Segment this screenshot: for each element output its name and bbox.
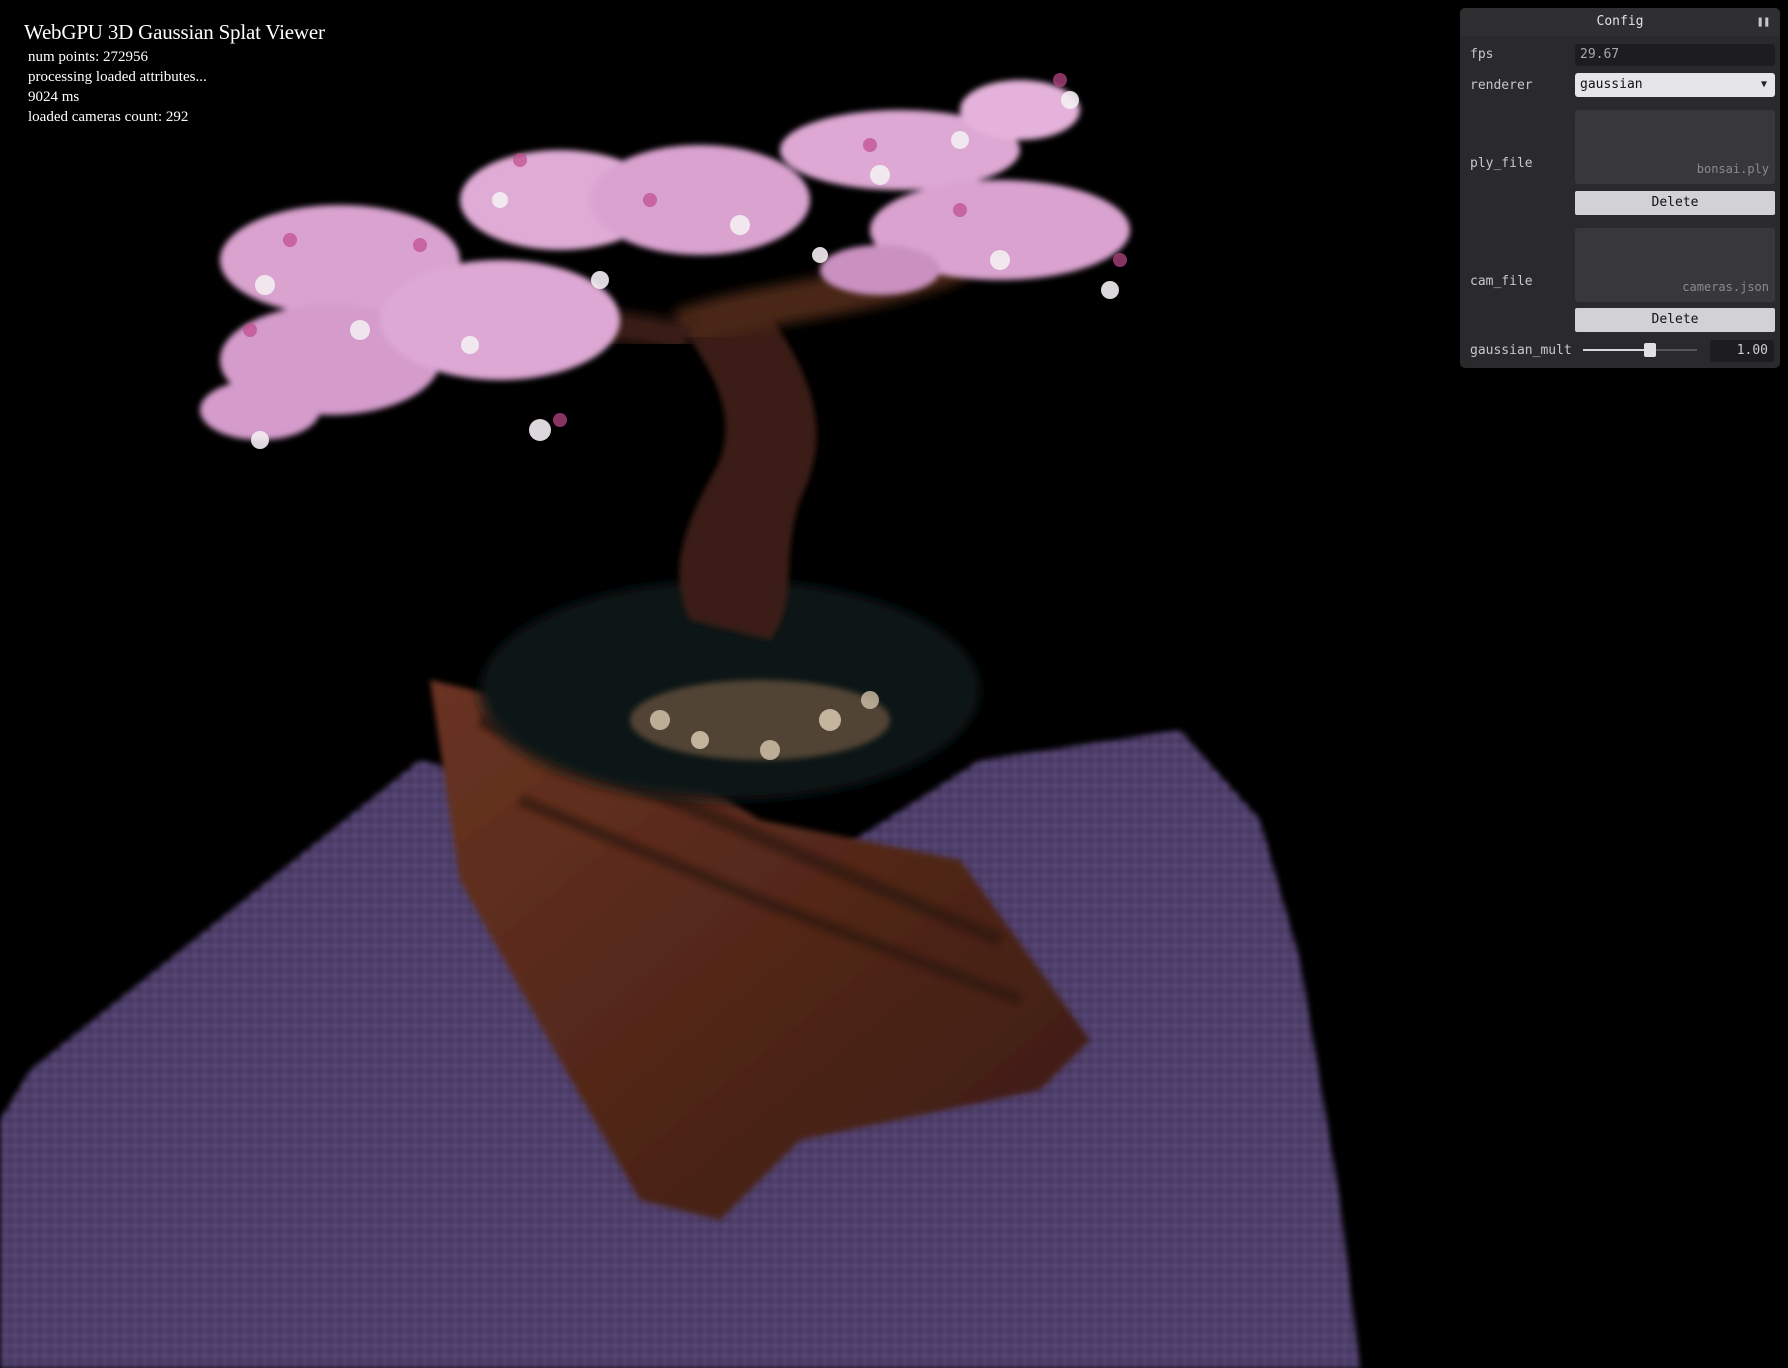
stats-overlay: WebGPU 3D Gaussian Splat Viewer num poin… <box>24 20 325 127</box>
cam-file-name: cameras.json <box>1682 280 1769 294</box>
fps-value: 29.67 <box>1575 44 1775 66</box>
gaussian-mult-value[interactable]: 1.00 <box>1710 340 1774 362</box>
slider-fill <box>1583 349 1650 351</box>
renderer-select[interactable]: gaussian ▼ <box>1575 73 1775 97</box>
chevron-down-icon: ▼ <box>1760 79 1767 90</box>
cam-file-row: cam_file cameras.json <box>1460 222 1780 302</box>
cam-file-label: cam_file <box>1470 274 1533 289</box>
fps-row: fps 29.67 <box>1460 42 1780 68</box>
gaussian-mult-slider[interactable] <box>1583 343 1697 357</box>
slider-thumb[interactable] <box>1644 343 1656 357</box>
ply-file-name: bonsai.ply <box>1696 162 1769 176</box>
stat-camera-count: loaded cameras count: 292 <box>28 109 189 125</box>
app-title: WebGPU 3D Gaussian Splat Viewer <box>24 20 325 44</box>
cam-delete-button[interactable]: Delete <box>1575 308 1775 332</box>
gaussian-mult-row: gaussian_mult 1.00 <box>1460 339 1780 363</box>
fps-label: fps <box>1470 47 1494 62</box>
gaussian-mult-label: gaussian_mult <box>1470 343 1572 358</box>
config-title: Config <box>1596 14 1644 29</box>
ply-file-dropzone[interactable]: bonsai.ply <box>1575 110 1775 184</box>
stat-processing: processing loaded attributes... <box>28 69 207 85</box>
stat-time: 9024 ms <box>28 89 80 105</box>
ply-file-label: ply_file <box>1470 156 1533 171</box>
render-canvas[interactable]: WebGPU 3D Gaussian Splat Viewer num poin… <box>0 0 1788 1368</box>
renderer-value: gaussian <box>1580 77 1643 92</box>
config-header[interactable]: Config ❚❚ <box>1460 8 1780 36</box>
pause-icon[interactable]: ❚❚ <box>1757 8 1770 36</box>
cam-file-dropzone[interactable]: cameras.json <box>1575 228 1775 302</box>
stat-num-points: num points: 272956 <box>28 49 149 65</box>
ply-delete-button[interactable]: Delete <box>1575 191 1775 215</box>
config-panel: Config ❚❚ fps 29.67 renderer gaussian ▼ … <box>1460 8 1780 368</box>
renderer-label: renderer <box>1470 78 1533 93</box>
ply-file-row: ply_file bonsai.ply <box>1460 104 1780 184</box>
renderer-row: renderer gaussian ▼ <box>1460 72 1780 100</box>
